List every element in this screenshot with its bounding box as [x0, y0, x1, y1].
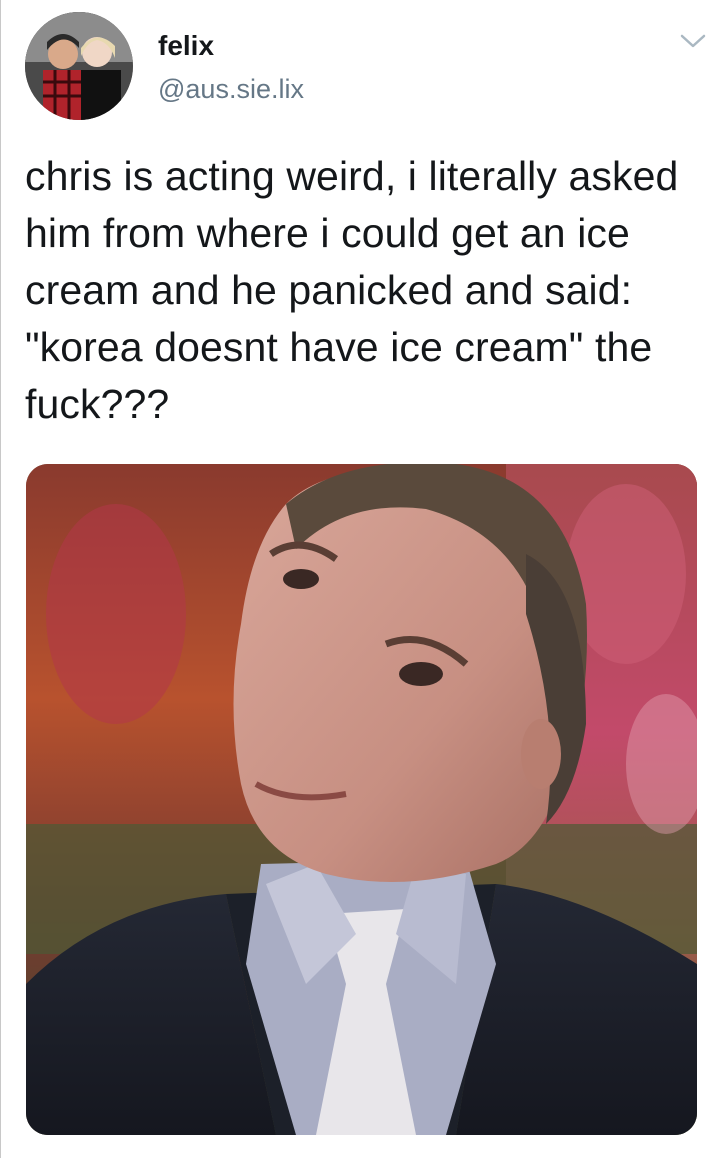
tweet-image[interactable] [26, 464, 697, 1135]
tweet-card: felix @aus.sie.lix chris is acting weird… [0, 0, 720, 1158]
avatar-photo [25, 12, 133, 120]
chevron-down-icon[interactable] [679, 30, 707, 52]
user-handle[interactable]: @aus.sie.lix [158, 74, 304, 105]
tweet-text: chris is acting weird, i literally asked… [25, 153, 690, 427]
avatar[interactable] [25, 12, 133, 120]
tweet-header: felix @aus.sie.lix [25, 12, 715, 122]
display-name[interactable]: felix [158, 30, 214, 62]
meme-photo [26, 464, 697, 1135]
